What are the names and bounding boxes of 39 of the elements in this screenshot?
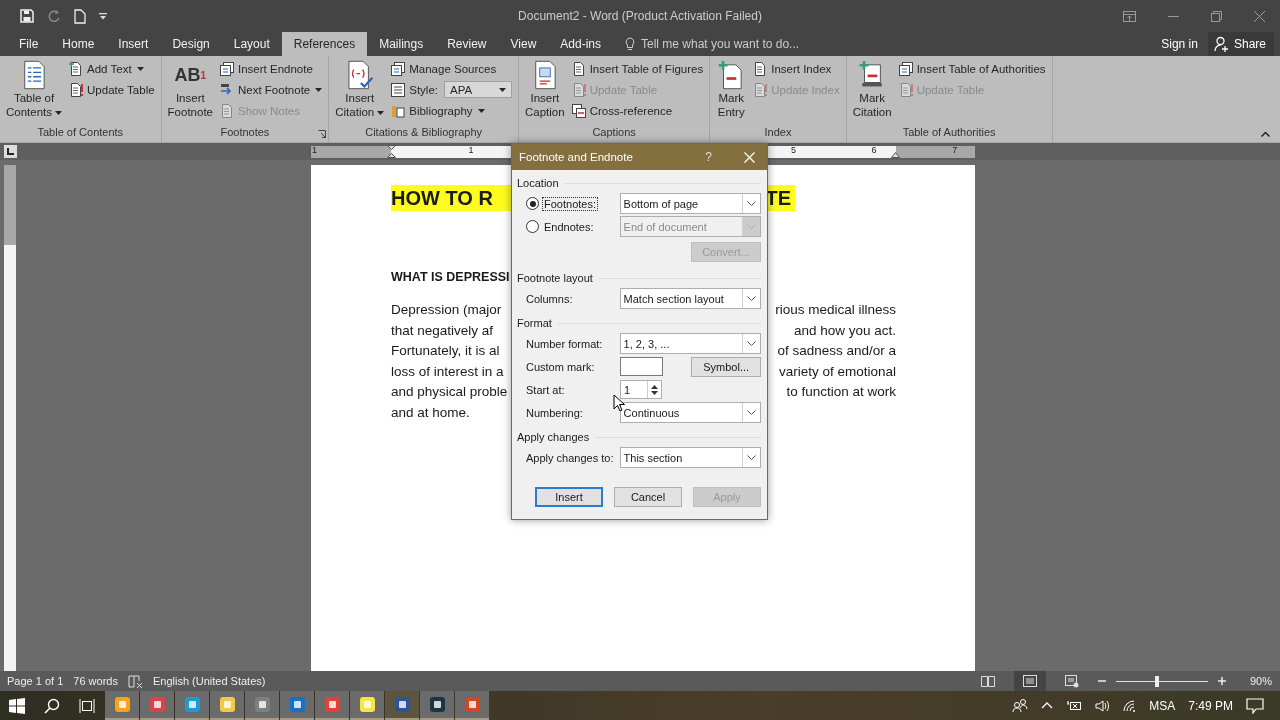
dialog-title: Footnote and Endnote [519,151,633,163]
document-title: TE [765,186,791,211]
group-label: Captions [592,126,636,138]
section-heading: WHAT IS DEPRESSI [391,270,510,286]
paragraph-text: loss of interest in a [391,362,504,381]
document-title: HOW TO R [391,186,493,211]
paragraph-text: and at home. [391,403,470,422]
paragraph-text: rious medical illness [775,301,896,319]
ruler-number: 7 [952,145,958,155]
window-title: Document2 - Word (Product Activation Failed) [518,9,762,23]
paragraph-text: Fortunately, it is al [391,342,500,361]
group-label: Index [764,126,792,138]
field-label: Start at: [526,383,566,396]
style-label: Style: [409,83,438,96]
paragraph-text: and how you act. [793,321,896,340]
group-label: Footnotes [220,126,270,138]
group-label: Table of Authorities [902,126,996,138]
footnote-icon: AB$^{1}$ [174,60,207,90]
field-label: Custom mark: [526,360,596,373]
field-label: Apply changes to: [526,451,615,464]
section-label: Format [517,317,552,329]
section-label: Location [517,177,559,189]
paragraph-text: and physical proble [391,383,508,402]
ruler-number: 6 [871,145,877,155]
paragraph-text: that negatively af [391,321,494,340]
paragraph-text: variety of emotional [778,362,896,381]
section-label: Apply changes [517,431,590,443]
field-label: Numbering: [526,406,584,419]
section-label: Footnote layout [517,272,593,284]
paragraph-text: to function at work [786,383,896,402]
field-label: Columns: [526,292,574,305]
group-label: Citations & Bibliography [365,126,482,138]
paragraph-text: Depression (major [391,301,502,319]
ruler-number: 1 [468,145,474,155]
ruler-number: 1 [312,145,317,155]
paragraph-text: of sadness and/or a [777,342,896,361]
field-label: Number format: [526,337,604,350]
ruler-number: 5 [791,145,796,155]
group-label: Table of Contents [37,126,124,138]
